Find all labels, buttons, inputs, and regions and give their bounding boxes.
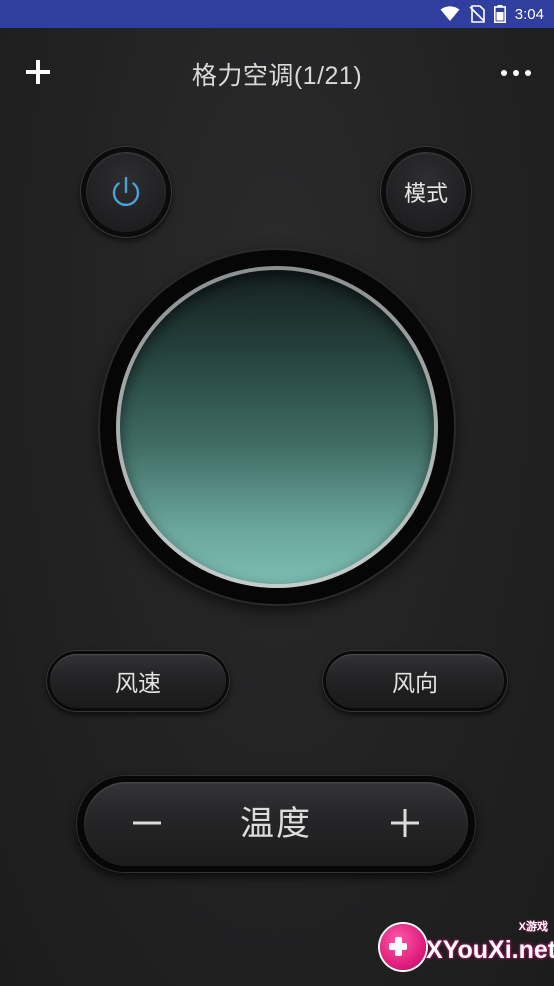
watermark-logo: X游戏 XYouXi.net — [380, 918, 554, 972]
more-dots-icon — [525, 70, 531, 76]
dial-ring — [116, 266, 438, 588]
status-time: 3:04 — [514, 5, 544, 23]
wind-direction-button[interactable]: 风向 — [322, 650, 508, 712]
wind-speed-button[interactable]: 风速 — [46, 650, 230, 712]
wind-direction-label: 风向 — [326, 654, 504, 708]
power-button-face — [86, 152, 166, 232]
status-icons: 3:04 — [440, 0, 544, 28]
more-options-button[interactable] — [494, 56, 538, 90]
battery-icon — [493, 5, 506, 23]
more-dots-icon — [513, 70, 519, 76]
power-icon — [112, 176, 140, 206]
remote-screen: 格力空调(1/21) 模式 风速 风向 温度 X游戏 XYouXi.net — [0, 28, 554, 986]
watermark-text: XYouXi.net — [426, 936, 554, 964]
status-bar: 3:04 — [0, 0, 554, 28]
page-title: 格力空调(1/21) — [191, 62, 363, 90]
power-button[interactable] — [80, 146, 172, 238]
top-bar: 格力空调(1/21) — [0, 28, 554, 116]
mode-button[interactable]: 模式 — [380, 146, 472, 238]
wind-speed-label: 风速 — [50, 654, 226, 708]
temp-up-button[interactable] — [382, 800, 428, 846]
temperature-dial[interactable] — [100, 250, 454, 604]
temperature-control: 温度 — [76, 775, 476, 873]
mode-button-label: 模式 — [386, 152, 466, 232]
plus-icon — [391, 809, 419, 837]
wifi-icon — [440, 6, 460, 21]
no-sim-icon — [469, 5, 485, 23]
more-dots-icon — [501, 70, 507, 76]
gamepad-logo-icon — [380, 924, 426, 970]
temperature-control-body: 温度 — [84, 782, 468, 866]
watermark-small-text: X游戏 — [518, 921, 548, 933]
dial-display — [120, 270, 434, 584]
